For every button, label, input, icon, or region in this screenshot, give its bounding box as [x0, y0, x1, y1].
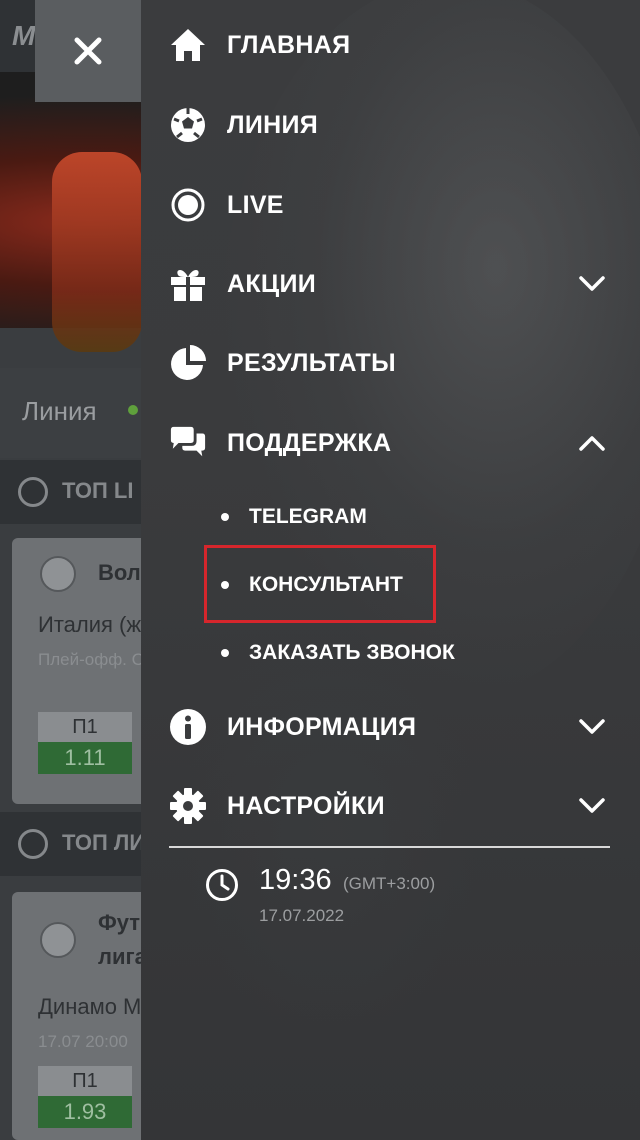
- odd-value: 1.11: [38, 742, 132, 774]
- menu-item-information[interactable]: ИНФОРМАЦИЯ: [141, 697, 640, 757]
- highlight-annotation: [204, 545, 436, 623]
- chevron-down-icon: [577, 791, 607, 821]
- section-label: ТОП ЛИ: [62, 830, 146, 855]
- menu-item-promotions[interactable]: АКЦИИ: [141, 254, 640, 314]
- menu-item-label: РЕЗУЛЬТАТЫ: [227, 348, 396, 377]
- live-icon: [18, 477, 48, 507]
- pie-chart-icon: [169, 344, 207, 382]
- section-label: ТОП LI: [62, 478, 134, 503]
- submenu-item-request-call[interactable]: ЗАКАЗАТЬ ЗВОНОК: [141, 628, 640, 678]
- soccer-ball-icon: [40, 922, 76, 958]
- info-icon: [169, 708, 207, 746]
- soccer-ball-icon: [18, 829, 48, 859]
- home-icon: [169, 26, 207, 64]
- clock-time: 19:36: [259, 864, 332, 896]
- chat-icon: [169, 424, 207, 462]
- clock-icon: [205, 868, 239, 902]
- submenu-item-telegram[interactable]: TELEGRAM: [141, 492, 640, 542]
- odd-value: 1.93: [38, 1096, 132, 1128]
- card-subtitle: Плей-офф. С: [38, 650, 144, 669]
- soccer-ball-icon: [169, 106, 207, 144]
- live-status-dot: [128, 405, 138, 415]
- divider: [169, 846, 610, 848]
- odd-label: П1: [38, 712, 132, 742]
- odd-button: П1 1.11: [38, 712, 132, 776]
- close-icon: [74, 37, 102, 65]
- card-sport-line2: лига: [98, 944, 147, 969]
- submenu-item-label: ЗАКАЗАТЬ ЗВОНОК: [249, 641, 455, 664]
- menu-item-label: LIVE: [227, 190, 284, 219]
- menu-item-label: ГЛАВНАЯ: [227, 30, 351, 59]
- card-subtitle: 17.07 20:00: [38, 1032, 128, 1051]
- bullet-icon: [221, 513, 229, 521]
- menu-item-home[interactable]: ГЛАВНАЯ: [141, 15, 640, 75]
- volleyball-icon: [40, 556, 76, 592]
- chevron-down-icon: [577, 712, 607, 742]
- navigation-drawer: ГЛАВНАЯ ЛИНИЯ LIVE АКЦИИ РЕЗУЛЬТАТЫ ПОДД…: [141, 0, 640, 1140]
- bullet-icon: [221, 649, 229, 657]
- menu-item-live[interactable]: LIVE: [141, 175, 640, 235]
- clock-date: 17.07.2022: [259, 906, 345, 925]
- menu-item-support[interactable]: ПОДДЕРЖКА: [141, 413, 640, 473]
- chevron-up-icon: [577, 428, 607, 458]
- clock-timezone: (GMT+3:00): [343, 874, 436, 893]
- submenu-item-label: TELEGRAM: [249, 505, 367, 528]
- menu-item-settings[interactable]: НАСТРОЙКИ: [141, 776, 640, 836]
- menu-item-line[interactable]: ЛИНИЯ: [141, 95, 640, 155]
- banner-image: [52, 152, 142, 352]
- menu-item-results[interactable]: РЕЗУЛЬТАТЫ: [141, 333, 640, 393]
- odd-button: П1 1.93: [38, 1066, 132, 1130]
- close-menu-button[interactable]: [35, 0, 141, 102]
- menu-item-label: ИНФОРМАЦИЯ: [227, 712, 417, 741]
- menu-item-label: ПОДДЕРЖКА: [227, 428, 392, 457]
- card-team: Динамо М: [38, 994, 142, 1019]
- chevron-down-icon: [577, 269, 607, 299]
- card-team: Италия (ж: [38, 612, 142, 637]
- menu-item-label: АКЦИИ: [227, 269, 317, 298]
- live-icon: [169, 186, 207, 224]
- gift-icon: [169, 265, 207, 303]
- menu-item-label: ЛИНИЯ: [227, 110, 319, 139]
- gear-icon: [169, 787, 207, 825]
- background-tab-label: Линия: [22, 396, 97, 426]
- menu-item-label: НАСТРОЙКИ: [227, 791, 385, 820]
- background-logo: M: [12, 20, 36, 51]
- odd-label: П1: [38, 1066, 132, 1096]
